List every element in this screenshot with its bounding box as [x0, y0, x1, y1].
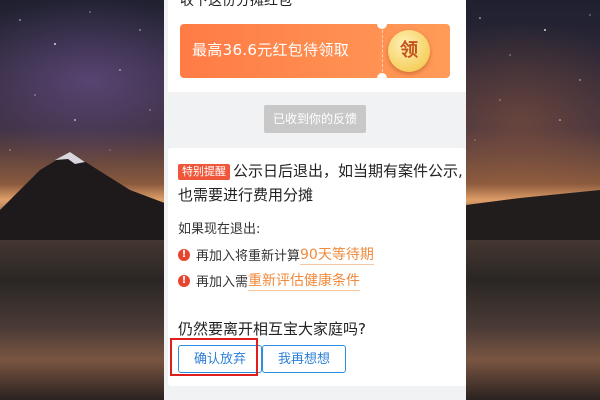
notice-headline-line1: 公示日后退出，如当期有案件公示, [233, 162, 463, 180]
annotation-highlight-box [170, 338, 258, 376]
consequence-text: 再加入需 [196, 275, 249, 290]
leave-question: 仍然要离开相互宝大家庭吗? [178, 320, 366, 338]
reconsider-button[interactable]: 我再想想 [262, 345, 346, 373]
feedback-received-button: 已收到你的反馈 [264, 105, 366, 133]
consequence-highlight: 90天等待期 [300, 244, 374, 265]
red-packet-coupon[interactable]: 最高36.6元红包待领取 领 [180, 24, 450, 78]
notice-subheading: 如果现在退出: [178, 222, 261, 237]
coupon-notch-bottom [377, 73, 387, 78]
coupon-text: 最高36.6元红包待领取 [192, 41, 349, 59]
special-reminder-tag: 特别提醒 [178, 164, 230, 180]
notice-headline-line2: 也需要进行费用分摊 [178, 186, 314, 204]
warning-icon: ! [178, 274, 190, 287]
coupon-divider [382, 30, 383, 72]
red-packet-title: 收下这份分摊红包 [180, 0, 292, 9]
coupon-notch-top [377, 24, 387, 29]
consequence-text: 再加入将重新计算 [196, 249, 301, 264]
consequence-item: ! 再加入将重新计算 90天等待期 [178, 244, 374, 265]
consequence-highlight: 重新评估健康条件 [248, 270, 361, 291]
warning-icon: ! [178, 248, 190, 261]
consequence-item: ! 再加入需 重新评估健康条件 [178, 270, 361, 291]
claim-button[interactable]: 领 [388, 30, 430, 72]
